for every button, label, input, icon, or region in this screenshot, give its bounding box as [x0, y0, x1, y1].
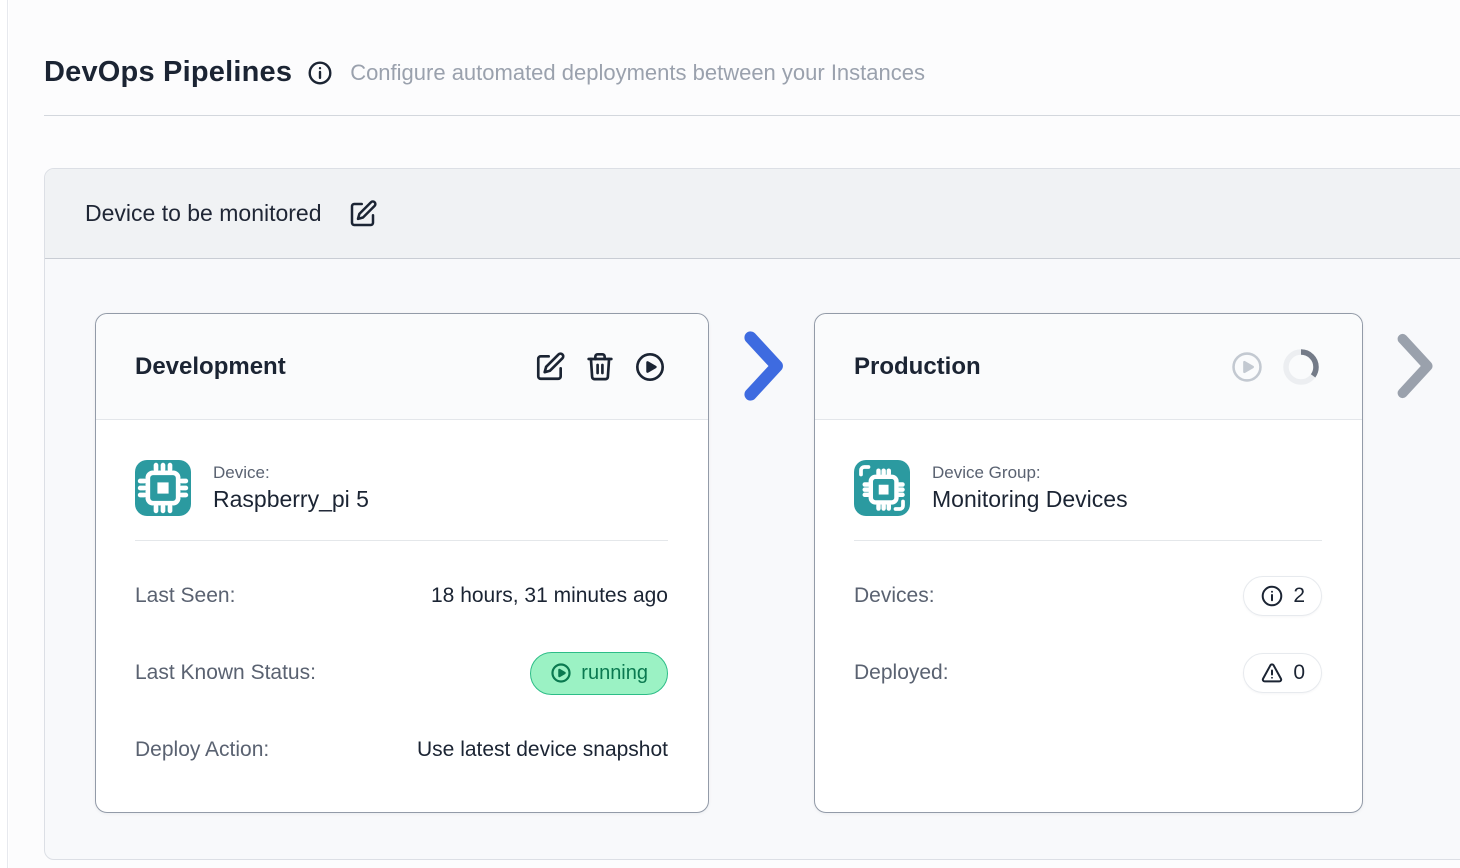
device-group-meta: Device Group: Monitoring Devices — [932, 463, 1128, 513]
production-card-body: Device Group: Monitoring Devices Devices… — [815, 420, 1362, 695]
chevron-right-icon[interactable] — [1363, 313, 1460, 419]
page-divider — [44, 115, 1460, 116]
development-card-body: Device: Raspberry_pi 5 Last Seen: 18 hou… — [96, 420, 708, 772]
play-circle-icon[interactable] — [1230, 350, 1264, 384]
last-seen-value: 18 hours, 31 minutes ago — [431, 584, 668, 608]
chevron-right-icon — [709, 313, 814, 419]
device-group-label: Device Group: — [932, 463, 1128, 483]
last-known-status-label: Last Known Status: — [135, 661, 316, 685]
left-rail-divider — [0, 0, 8, 868]
production-card-header: Production — [815, 314, 1362, 420]
page-header: DevOps Pipelines Configure automated dep… — [9, 0, 1460, 89]
warning-triangle-icon — [1260, 661, 1284, 685]
pipeline-stages: Development — [45, 259, 1460, 813]
device-label: Device: — [213, 463, 369, 483]
device-group-row: Device Group: Monitoring Devices — [854, 460, 1322, 516]
development-card-actions — [534, 351, 666, 383]
page-title: DevOps Pipelines — [44, 56, 292, 89]
production-card-title: Production — [854, 353, 981, 381]
devices-row: Devices: 2 — [854, 574, 1322, 618]
devices-count: 2 — [1293, 584, 1305, 608]
status-badge: running — [530, 652, 668, 695]
deployed-count-badge[interactable]: 0 — [1243, 653, 1322, 693]
last-seen-row: Last Seen: 18 hours, 31 minutes ago — [135, 574, 668, 618]
deployed-count: 0 — [1293, 661, 1305, 685]
status-badge-label: running — [581, 662, 648, 685]
last-seen-label: Last Seen: — [135, 584, 235, 608]
devops-pipelines-page: DevOps Pipelines Configure automated dep… — [9, 0, 1460, 868]
production-card-actions — [1230, 348, 1320, 386]
chip-group-icon — [854, 460, 910, 516]
stage-card-production: Production — [814, 313, 1363, 813]
development-card-title: Development — [135, 353, 286, 381]
deployed-row: Deployed: 0 — [854, 651, 1322, 695]
devices-label: Devices: — [854, 584, 935, 608]
stage-card-development: Development — [95, 313, 709, 813]
play-circle-icon[interactable] — [634, 351, 666, 383]
device-name: Raspberry_pi 5 — [213, 486, 369, 513]
deploy-action-row: Deploy Action: Use latest device snapsho… — [135, 728, 668, 772]
deploy-action-value: Use latest device snapshot — [417, 738, 668, 762]
device-meta: Device: Raspberry_pi 5 — [213, 463, 369, 513]
devices-count-badge[interactable]: 2 — [1243, 576, 1322, 616]
deployed-label: Deployed: — [854, 661, 949, 685]
edit-icon[interactable] — [348, 199, 378, 229]
card-divider — [854, 540, 1322, 541]
device-row: Device: Raspberry_pi 5 — [135, 460, 668, 516]
deploy-action-label: Deploy Action: — [135, 738, 269, 762]
pipeline-panel-title: Device to be monitored — [85, 200, 322, 227]
pipeline-panel-header: Device to be monitored — [45, 169, 1460, 259]
info-circle-icon[interactable] — [307, 60, 333, 86]
pipeline-panel: Device to be monitored Development — [44, 168, 1460, 860]
development-card-header: Development — [96, 314, 708, 420]
edit-icon[interactable] — [534, 351, 566, 383]
spinner-icon — [1282, 348, 1320, 386]
card-divider — [135, 540, 668, 541]
trash-icon[interactable] — [584, 351, 616, 383]
device-group-name: Monitoring Devices — [932, 486, 1128, 513]
page-subtitle: Configure automated deployments between … — [350, 60, 925, 86]
chip-icon — [135, 460, 191, 516]
play-circle-icon — [550, 662, 572, 684]
last-known-status-row: Last Known Status: running — [135, 651, 668, 695]
info-circle-icon — [1260, 584, 1284, 608]
